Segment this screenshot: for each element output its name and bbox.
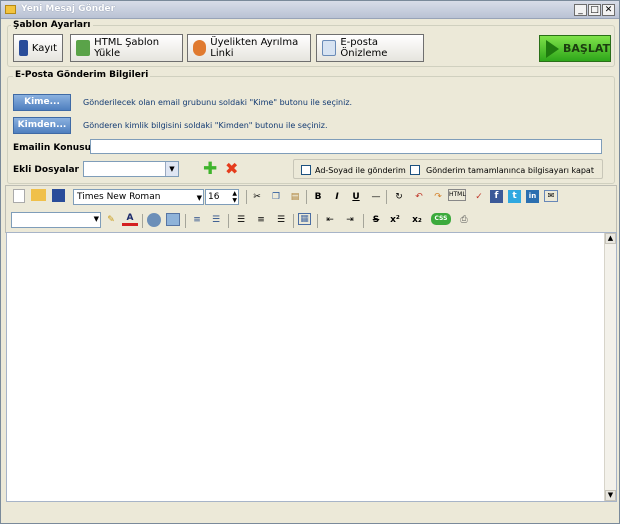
scroll-up-icon[interactable]: ▲ [605, 233, 616, 244]
facebook-icon[interactable]: f [490, 190, 503, 203]
cut-icon[interactable]: ✂ [249, 189, 265, 205]
email-preview-button[interactable]: E-posta Önizleme [316, 34, 424, 62]
add-attachment-icon[interactable]: ✚ [203, 160, 217, 178]
toolbar-separator [246, 190, 247, 204]
toolbar-separator [142, 214, 143, 228]
html-source-icon[interactable]: HTML [448, 189, 466, 201]
fullname-check-label: Ad-Soyad ile gönderim [315, 166, 406, 175]
email-icon[interactable]: ✉ [544, 190, 558, 202]
toolbar-separator [386, 190, 387, 204]
html-template-button[interactable]: HTML Şablon Yükle [70, 34, 183, 62]
font-color-icon[interactable]: A [122, 212, 138, 226]
chevron-down-icon[interactable]: ▼ [165, 162, 178, 176]
align-right-icon[interactable]: ☰ [273, 212, 289, 228]
linkedin-icon[interactable]: in [526, 190, 539, 203]
indent-icon[interactable]: ⇥ [342, 212, 358, 228]
editor-toolbar: Times New Roman ▼ 16 ▲ ▼ ✂ ❐ ▤ B I U — ↻ … [5, 185, 617, 233]
maximize-button[interactable]: □ [588, 4, 601, 16]
editor-content[interactable] [7, 233, 616, 241]
subscript-icon[interactable]: x₂ [409, 212, 425, 228]
align-left-icon[interactable]: ☰ [233, 212, 249, 228]
subject-label: Emailin Konusu [13, 143, 91, 153]
chevron-down-icon: ▼ [93, 215, 99, 223]
toolbar-separator [317, 214, 318, 228]
open-folder-icon[interactable] [31, 189, 46, 201]
font-size-input[interactable]: 16 ▲ ▼ [205, 189, 239, 205]
twitter-icon[interactable]: t [508, 190, 521, 203]
start-label: BAŞLAT [563, 42, 610, 55]
chevron-down-icon: ▼ [196, 194, 202, 202]
bullet-list-icon[interactable]: ☰ [208, 212, 224, 228]
message-editor[interactable]: ▲ ▼ [6, 232, 617, 502]
template-group-title: Şablon Ayarları [11, 20, 93, 30]
numbered-list-icon[interactable]: ≡ [189, 212, 205, 228]
attachments-dropdown[interactable]: ▼ [83, 161, 179, 177]
attachments-label: Ekli Dosyalar [13, 165, 79, 175]
from-hint: Gönderen kimlik bilgisini soldaki "Kimde… [83, 121, 328, 130]
minimize-button[interactable]: _ [574, 4, 587, 16]
to-hint: Gönderilecek olan email grubunu soldaki … [83, 98, 353, 107]
unsubscribe-label: Üyelikten Ayrılma Linki [210, 37, 299, 59]
remove-attachment-icon[interactable]: ✖ [225, 160, 238, 178]
refresh-icon[interactable]: ↻ [391, 189, 407, 205]
toolbar-separator [228, 214, 229, 228]
title-bar: Yeni Mesaj Gönder _ □ ✕ [1, 1, 619, 19]
spinner-icon[interactable]: ▲ ▼ [232, 190, 237, 204]
align-center-icon[interactable]: ≡ [253, 212, 269, 228]
spell-check-icon[interactable]: ✓ [471, 189, 487, 205]
font-name-value: Times New Roman [77, 192, 161, 202]
window-title: Yeni Mesaj Gönder [21, 4, 116, 14]
shutdown-check-label: Gönderim tamamlanınca bilgisayarı kapat [426, 166, 594, 175]
superscript-icon[interactable]: x² [387, 212, 403, 228]
html-file-icon [76, 40, 91, 56]
to-button[interactable]: Kime... [13, 94, 71, 111]
save-label: Kayıt [31, 42, 57, 54]
editor-scrollbar[interactable]: ▲ ▼ [604, 233, 616, 501]
play-icon [546, 39, 559, 58]
paste-icon[interactable]: ▤ [287, 189, 303, 205]
strikethrough-icon[interactable]: S [368, 212, 384, 228]
scroll-down-icon[interactable]: ▼ [605, 490, 616, 501]
html-template-label: HTML Şablon Yükle [94, 37, 160, 59]
save-icon[interactable] [52, 189, 65, 202]
font-name-select[interactable]: Times New Roman ▼ [73, 189, 204, 205]
start-button[interactable]: BAŞLAT [539, 35, 611, 62]
undo-icon[interactable]: ↶ [411, 189, 427, 205]
style-select[interactable]: ▼ [11, 212, 101, 228]
user-icon [193, 40, 207, 56]
close-button[interactable]: ✕ [602, 4, 615, 16]
bold-icon[interactable]: B [310, 189, 326, 205]
floppy-icon [19, 40, 28, 56]
outdent-icon[interactable]: ⇤ [322, 212, 338, 228]
new-document-icon[interactable] [13, 189, 25, 203]
send-group-title: E-Posta Gönderim Bilgileri [13, 70, 151, 80]
unsubscribe-link-button[interactable]: Üyelikten Ayrılma Linki [187, 34, 311, 62]
table-icon[interactable]: ▦ [298, 213, 311, 225]
globe-link-icon[interactable] [147, 213, 161, 227]
message-window: Yeni Mesaj Gönder _ □ ✕ Şablon Ayarları … [0, 0, 620, 524]
toolbar-separator [306, 190, 307, 204]
font-size-value: 16 [208, 192, 220, 202]
fullname-checkbox[interactable] [301, 165, 311, 175]
from-button[interactable]: Kimden... [13, 117, 71, 134]
toolbar-separator [363, 214, 364, 228]
css-icon[interactable]: CSS [431, 213, 451, 225]
preview-label: E-posta Önizleme [340, 37, 388, 59]
envelope-icon [5, 5, 16, 14]
print-icon[interactable]: ⎙ [456, 212, 472, 228]
toolbar-separator [185, 214, 186, 228]
horizontal-rule-icon[interactable]: — [368, 189, 384, 205]
italic-icon[interactable]: I [329, 189, 345, 205]
highlight-icon[interactable]: ✎ [103, 212, 119, 228]
underline-icon[interactable]: U [348, 189, 364, 205]
redo-icon[interactable]: ↷ [430, 189, 446, 205]
copy-icon[interactable]: ❐ [268, 189, 284, 205]
preview-icon [322, 40, 337, 56]
image-icon[interactable] [166, 213, 180, 226]
subject-input[interactable] [90, 139, 602, 154]
save-button[interactable]: Kayıt [13, 34, 63, 62]
toolbar-separator [293, 214, 294, 228]
shutdown-checkbox[interactable] [410, 165, 420, 175]
